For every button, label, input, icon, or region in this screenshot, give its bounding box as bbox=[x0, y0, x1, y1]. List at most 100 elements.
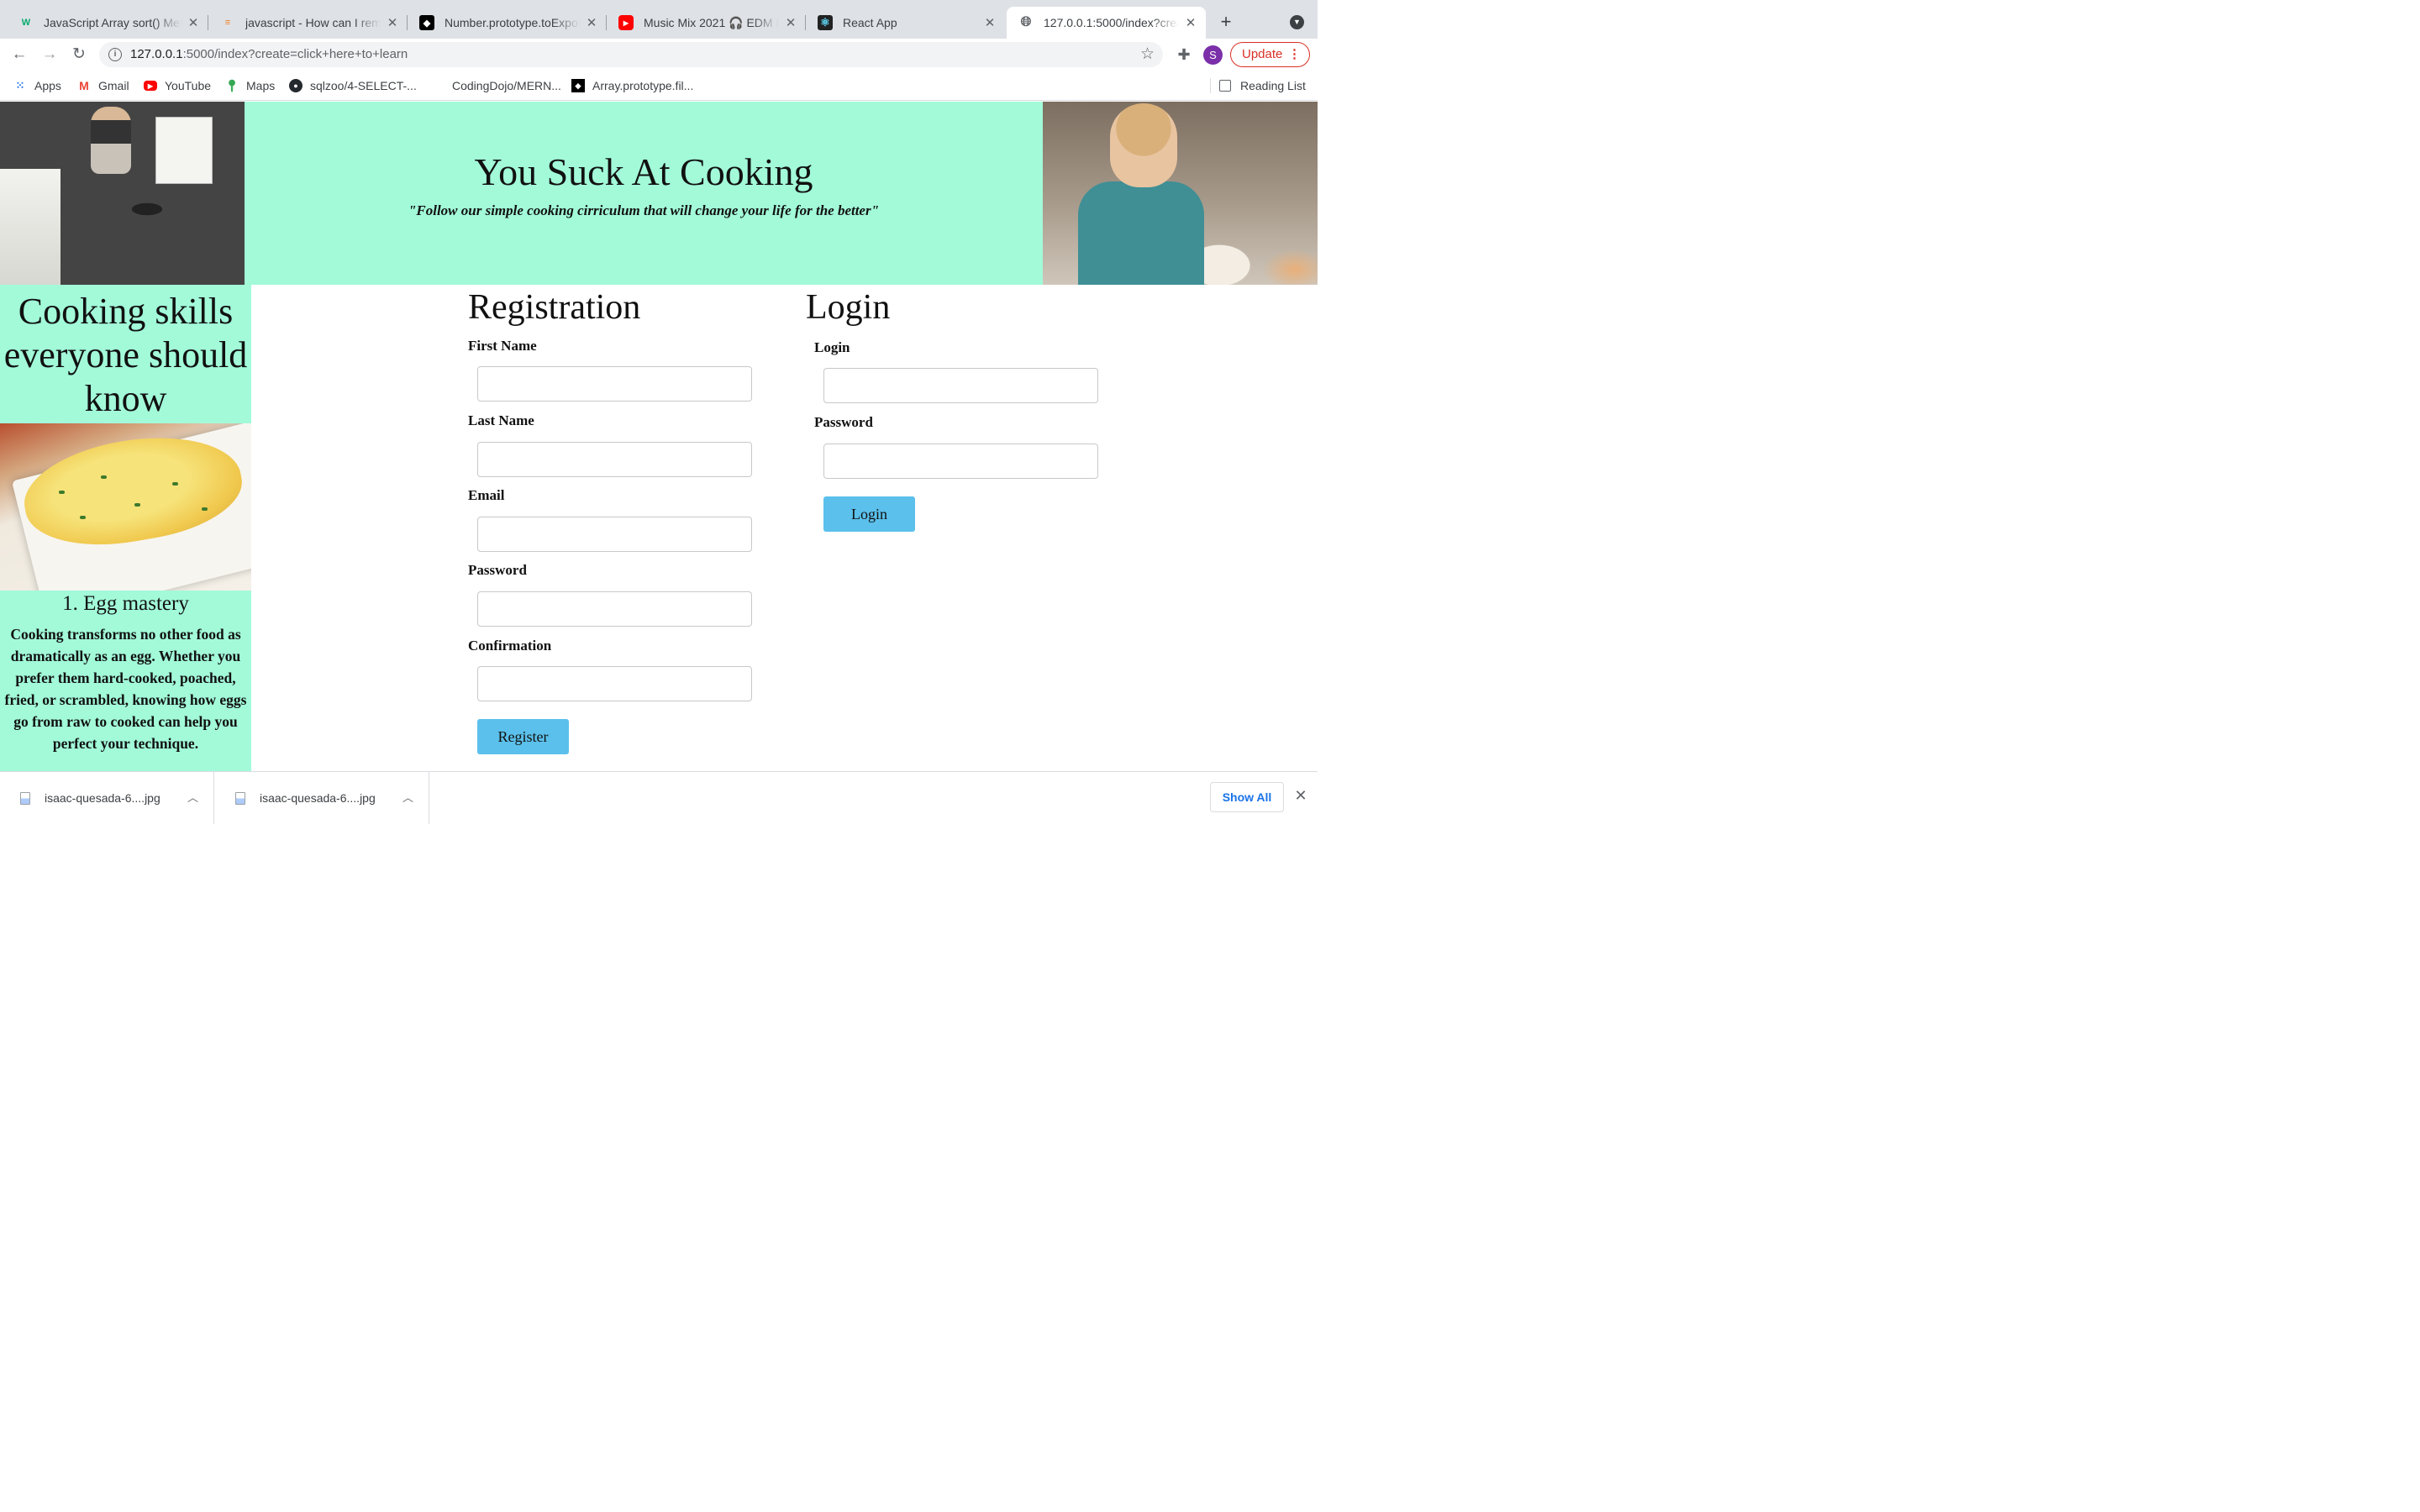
login-button[interactable]: Login bbox=[823, 496, 915, 532]
close-tab-icon[interactable]: ✕ bbox=[1184, 15, 1197, 30]
login-input[interactable] bbox=[823, 368, 1098, 403]
email-label: Email bbox=[468, 487, 505, 503]
bookmark-gmail[interactable]: M Gmail bbox=[77, 78, 129, 93]
bookmark-youtube[interactable]: ▶ YouTube bbox=[144, 78, 211, 93]
url-path: :5000/index?create=click+here+to+learn bbox=[182, 47, 408, 61]
bookmark-label: sqlzoo/4-SELECT-... bbox=[310, 79, 417, 92]
react-icon: ⚛ bbox=[818, 15, 833, 30]
tab-search-chevron-icon[interactable]: ▼ bbox=[1290, 15, 1304, 29]
download-item[interactable]: isaac-quesada-6....jpg ︿ bbox=[0, 772, 214, 824]
tab-strip: W JavaScript Array sort() Met ✕ ≡ javasc… bbox=[0, 0, 1318, 39]
bookmark-sqlzoo[interactable]: ● sqlzoo/4-SELECT-... bbox=[289, 78, 417, 93]
bookmark-label: Apps bbox=[34, 79, 61, 92]
chevron-up-icon[interactable]: ︿ bbox=[187, 789, 198, 805]
stackoverflow-icon: ≡ bbox=[224, 18, 231, 28]
reload-icon[interactable]: ↻ bbox=[69, 45, 89, 65]
skills-sidebar: Cooking skills everyone should know 1. E… bbox=[0, 285, 251, 771]
tab-title: 127.0.0.1:5000/index?creat bbox=[1044, 16, 1179, 29]
herb-fleck bbox=[59, 491, 65, 494]
tab-localhost-index[interactable]: 🌐︎ 127.0.0.1:5000/index?creat ✕ bbox=[1007, 7, 1206, 39]
confirmation-input[interactable] bbox=[477, 666, 752, 701]
download-item[interactable]: isaac-quesada-6....jpg ︿ bbox=[215, 772, 429, 824]
login-heading: Login bbox=[806, 288, 891, 327]
apps-grid-icon: ⁙ bbox=[15, 79, 25, 92]
tab-title: React App bbox=[843, 16, 897, 29]
extensions-puzzle-icon[interactable]: ✚ bbox=[1175, 45, 1193, 64]
register-button[interactable]: Register bbox=[477, 719, 569, 754]
omelet-image bbox=[0, 423, 251, 591]
maps-pin-icon: 📍︎ bbox=[224, 78, 239, 92]
tab-react-app[interactable]: ⚛ React App ✕ bbox=[806, 7, 1005, 39]
close-tab-icon[interactable]: ✕ bbox=[983, 15, 997, 30]
update-label: Update bbox=[1242, 47, 1283, 61]
tab-title: JavaScript Array sort() Met bbox=[44, 16, 182, 29]
skills-heading: Cooking skills everyone should know bbox=[3, 291, 248, 419]
herb-fleck bbox=[172, 482, 178, 486]
tab-js-array-sort[interactable]: W JavaScript Array sort() Met ✕ bbox=[7, 7, 208, 39]
address-bar[interactable]: i 127.0.0.1:5000/index?create=click+here… bbox=[99, 42, 1163, 67]
site-tagline: "Follow our simple cooking cirriculum th… bbox=[408, 202, 880, 218]
url-host: 127.0.0.1 bbox=[130, 47, 183, 61]
bookmark-label: Maps bbox=[246, 79, 276, 92]
profile-avatar[interactable]: S bbox=[1203, 45, 1223, 65]
boy-eating-image bbox=[1043, 102, 1318, 285]
password-label: Password bbox=[468, 562, 527, 578]
download-filename: isaac-quesada-6....jpg bbox=[45, 791, 160, 805]
close-tab-icon[interactable]: ✕ bbox=[386, 15, 399, 30]
browser-toolbar: ← → ↻ i 127.0.0.1:5000/index?create=clic… bbox=[0, 39, 1318, 71]
w3schools-icon: W bbox=[21, 18, 31, 28]
last-name-label: Last Name bbox=[468, 412, 534, 428]
password-input[interactable] bbox=[477, 591, 752, 627]
address-url[interactable]: 127.0.0.1:5000/index?create=click+here+t… bbox=[130, 47, 408, 61]
dishwasher-shape bbox=[155, 117, 213, 184]
bookmark-codingdojo[interactable]: CodingDojo/MERN... bbox=[452, 78, 561, 93]
stove-shape bbox=[0, 169, 60, 285]
new-tab-plus-icon[interactable]: + bbox=[1216, 12, 1236, 32]
herb-fleck bbox=[101, 475, 107, 479]
site-info-icon[interactable]: i bbox=[108, 48, 122, 61]
tab-mdn-toexponential[interactable]: ◆ Number.prototype.toExpon ✕ bbox=[408, 7, 607, 39]
bookmark-label: Array.prototype.fil... bbox=[592, 79, 694, 92]
close-tab-icon[interactable]: ✕ bbox=[187, 15, 200, 30]
chevron-up-icon[interactable]: ︿ bbox=[402, 789, 413, 805]
last-name-input[interactable] bbox=[477, 442, 752, 477]
herb-fleck bbox=[202, 507, 208, 511]
bookmark-apps[interactable]: ⁙ Apps bbox=[13, 78, 61, 93]
tab-title: javascript - How can I remo bbox=[245, 16, 381, 29]
close-tab-icon[interactable]: ✕ bbox=[784, 15, 797, 30]
image-file-icon bbox=[235, 791, 245, 805]
bookmark-maps[interactable]: 📍︎ Maps bbox=[224, 78, 276, 93]
tab-stackoverflow[interactable]: ≡ javascript - How can I remo ✕ bbox=[208, 7, 408, 39]
tab-music-mix[interactable]: ▶ Music Mix 2021 🎧 EDM Re ✕ bbox=[607, 7, 806, 39]
first-name-input[interactable] bbox=[477, 366, 752, 402]
kebab-menu-icon: ⋮ bbox=[1288, 47, 1301, 61]
close-tab-icon[interactable]: ✕ bbox=[585, 15, 598, 30]
sitting-person-shape bbox=[91, 107, 131, 174]
gmail-icon: M bbox=[79, 79, 89, 92]
bookmark-star-icon[interactable]: ☆ bbox=[1140, 45, 1155, 64]
login-form: Login Login Password Login bbox=[806, 285, 1108, 537]
first-name-label: First Name bbox=[468, 338, 537, 354]
forward-arrow-icon[interactable]: → bbox=[39, 45, 60, 65]
back-arrow-icon[interactable]: ← bbox=[9, 45, 29, 65]
show-all-button[interactable]: Show All bbox=[1210, 782, 1284, 812]
email-input[interactable] bbox=[477, 517, 752, 552]
herb-fleck bbox=[134, 503, 140, 507]
kitchen-mess-image bbox=[0, 102, 245, 285]
github-icon: ● bbox=[289, 79, 302, 92]
bookmark-label: YouTube bbox=[165, 79, 212, 92]
login-password-label: Password bbox=[814, 414, 873, 430]
reading-list-button[interactable]: Reading List bbox=[1210, 78, 1306, 93]
reading-list-icon bbox=[1219, 80, 1231, 92]
skill-description: Cooking transforms no other food as dram… bbox=[4, 626, 247, 752]
reading-list-label: Reading List bbox=[1240, 79, 1306, 92]
tab-title: Music Mix 2021 🎧 EDM Re bbox=[644, 15, 779, 29]
update-button[interactable]: Update ⋮ bbox=[1230, 42, 1310, 67]
registration-heading: Registration bbox=[468, 288, 641, 327]
login-password-input[interactable] bbox=[823, 444, 1098, 479]
close-shelf-icon[interactable]: ✕ bbox=[1293, 787, 1308, 806]
bookmark-array-filter[interactable]: ◆ Array.prototype.fil... bbox=[571, 78, 693, 93]
download-shelf: isaac-quesada-6....jpg ︿ isaac-quesada-6… bbox=[0, 771, 1318, 824]
shirt-shape bbox=[1078, 181, 1204, 285]
image-file-icon bbox=[20, 791, 30, 805]
